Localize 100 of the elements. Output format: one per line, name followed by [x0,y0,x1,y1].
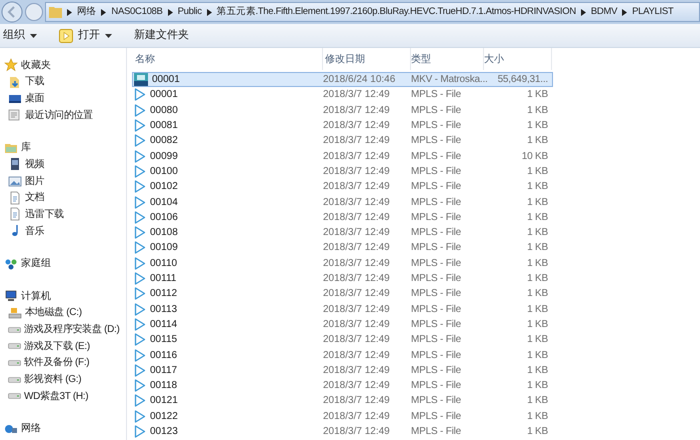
file-row[interactable]: 00110 2018/3/7 12:49 MPLS - File 1 KB [132,256,553,271]
nav-group-item[interactable]: 库 [0,140,126,156]
nav-item[interactable]: 迅雷下载 [0,206,126,223]
column-header[interactable]: 名称 [132,48,323,70]
file-row[interactable]: 00116 2018/3/7 12:49 MPLS - File 1 KB [132,347,553,363]
nav-group-item[interactable]: 家庭组 [0,256,126,272]
nav-item[interactable]: 最近访问的位置 [0,106,126,124]
nav-item[interactable]: 文档 [0,189,126,206]
nav-item[interactable]: 本地磁盘 (C:) [0,304,126,322]
column-header[interactable]: 修改日期 [323,48,411,70]
date-cell-text: 2018/3/7 12:49 [323,180,391,194]
file-row[interactable]: 00081 2018/3/7 12:49 MPLS - File 1 KB [132,118,553,134]
play-icon [134,104,146,117]
play-icon [134,241,146,254]
type-cell: MPLS - File [411,395,462,406]
nav-item[interactable]: 软件及备份 (F:) [0,354,126,372]
play-icon [134,302,146,316]
nav-item[interactable]: 图片 [0,172,126,190]
nav-item[interactable]: 桌面 [0,90,126,107]
breadcrumb-item[interactable]: Public [178,4,202,20]
file-row[interactable]: 00104 2018/3/7 12:49 MPLS - File 1 KB [132,194,553,210]
nav-item[interactable]: 游戏及下载 (E:) [0,338,126,355]
file-row[interactable]: 00099 2018/3/7 12:49 MPLS - File 10 KB [132,148,553,164]
file-row[interactable]: 00106 2018/3/7 12:49 MPLS - File 1 KB [132,210,553,225]
size-cell-text: 1 KB [527,119,548,134]
breadcrumb-item[interactable]: NAS0C108B [111,4,163,20]
type-cell: MPLS - File [411,350,462,360]
file-row[interactable]: 00080 2018/3/7 12:49 MPLS - File 1 KB [132,102,553,118]
file-row[interactable]: 00082 2018/3/7 12:49 MPLS - File 1 KB [132,133,553,148]
file-row[interactable]: 00122 2018/3/7 12:49 MPLS - File 1 KB [132,408,553,424]
file-name: 00123 [150,424,178,439]
document-icon [8,207,22,222]
file-row[interactable]: 00111 2018/3/7 12:49 MPLS - File 1 KB [132,270,553,286]
breadcrumb-item[interactable]: 第五元素.The.Fifth.Element.1997.2160p.BluRay.HEVC.TrueHD.7.1.Atmos-HDRINVASION [216,4,576,20]
size-cell-text: 1 KB [527,196,548,210]
organize-menu-button[interactable]: 组织 [3,26,37,46]
file-row[interactable]: 00109 2018/3/7 12:49 MPLS - File 1 KB [132,240,553,256]
play-icon [134,119,146,132]
breadcrumb-item[interactable]: BDMV [590,4,618,20]
play-icon [134,394,146,408]
date-cell-text: 2018/3/7 12:49 [323,104,391,118]
nav-item[interactable]: 视频 [0,156,126,173]
type-cell: MPLS - File [411,334,462,346]
file-row[interactable]: 00114 2018/3/7 12:49 MPLS - File 1 KB [132,316,553,332]
caret-icon [30,34,37,38]
file-row[interactable]: 00108 2018/3/7 12:49 MPLS - File 1 KB [132,224,553,240]
file-row[interactable]: 00112 2018/3/7 12:49 MPLS - File 1 KB [132,286,553,302]
nav-group-item[interactable]: 收藏夹 [0,57,126,74]
type-cell: MPLS - File [411,318,462,330]
type-cell: MPLS - File [411,242,462,254]
breadcrumb-item[interactable]: PLAYLIST [632,4,674,20]
folder-icon [49,6,62,18]
file-row[interactable]: 00100 2018/3/7 12:49 MPLS - File 1 KB [132,164,553,180]
file-row[interactable]: 00001 2018/3/7 12:49 MPLS - File 1 KB [132,87,553,103]
size-cell-text: 1 KB [527,424,548,439]
open-button[interactable]: 打开 [59,26,112,46]
nav-group-item[interactable]: 网络 [0,420,126,438]
size-cell-text: 1 KB [527,164,548,179]
size-cell-text: 1 KB [527,104,548,118]
play-icon [134,164,146,178]
size-cell-text: 1 KB [527,410,548,424]
play-icon [134,180,146,194]
play-icon [134,364,146,377]
column-header[interactable]: 类型 [411,48,484,70]
file-row[interactable]: 00102 2018/3/7 12:49 MPLS - File 1 KB [132,179,553,194]
size-cell-text: 1 KB [527,180,548,194]
file-row[interactable]: 00115 2018/3/7 12:49 MPLS - File 1 KB [132,332,553,348]
file-row[interactable]: 00121 2018/3/7 12:49 MPLS - File 1 KB [132,393,553,409]
size-cell-text: 1 KB [527,287,548,302]
size-cell-text: 1 KB [527,364,548,378]
nav-item[interactable]: 影视资料 (G:) [0,371,126,388]
file-row[interactable]: 00113 2018/3/7 12:49 MPLS - File 1 KB [132,301,553,317]
date-cell-text: 2018/3/7 12:49 [323,348,391,362]
file-name: 00108 [150,226,178,240]
file-row[interactable]: 00118 2018/3/7 12:49 MPLS - File 1 KB [132,378,553,394]
date-cell-text: 2018/3/7 12:49 [323,410,391,424]
breadcrumb-item[interactable]: 网络 [77,4,96,20]
file-name: 00081 [150,119,178,134]
drive-icon [8,360,21,366]
file-row[interactable]: 00001 2018/6/24 10:46 MKV - Matroska... 55,649,31... [132,72,553,88]
chevron-icon [622,8,628,16]
file-name: 00121 [150,394,178,408]
file-row[interactable]: 00123 2018/3/7 12:49 MPLS - File 1 KB [132,424,553,440]
nav-group-item[interactable]: 计算机 [0,288,126,304]
nav-item[interactable]: WD紫盘3T (H:) [0,388,126,405]
type-cell: MPLS - File [411,212,462,223]
nav-item[interactable]: 下载 [0,74,126,90]
date-cell-text: 2018/3/7 12:49 [323,364,391,378]
back-button[interactable] [1,1,23,23]
computer-icon [4,289,18,304]
play-icon [134,210,146,224]
nav-item[interactable]: 音乐 [0,222,126,240]
column-header[interactable]: 大小 [484,48,552,70]
size-cell-text: 1 KB [527,302,548,317]
file-row[interactable]: 00117 2018/3/7 12:49 MPLS - File 1 KB [132,362,553,378]
nav-item[interactable]: 游戏及程序安装盘 (D:) [0,321,126,338]
address-bar[interactable]: 网络 NAS0C108B Public 第五元素.The.Fifth.Element.1997.2160p.BluRay.HEVC.TrueHD.7.1.Atmos-HDRINVASION BDMV PLAYLIST [45,2,700,22]
forward-button[interactable] [24,2,44,22]
new-folder-button[interactable]: 新建文件夹 [134,26,189,46]
type-cell: MPLS - File [411,426,462,437]
